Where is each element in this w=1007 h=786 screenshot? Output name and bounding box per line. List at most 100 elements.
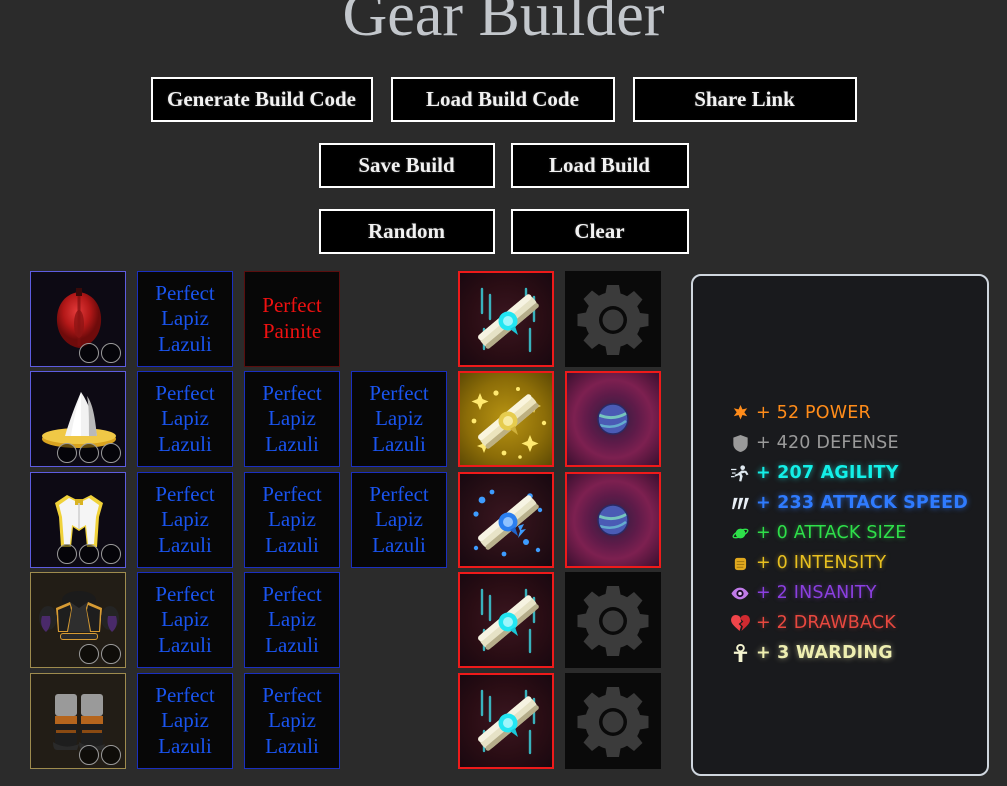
- gem-slot[interactable]: Perfect Lapiz Lazuli: [137, 673, 233, 769]
- modifier-slot[interactable]: [565, 572, 661, 668]
- gem-slot-indicators: [79, 644, 121, 664]
- modifier-slot[interactable]: [565, 271, 661, 367]
- page-title: Gear Builder: [342, 0, 665, 49]
- stat-label-attack-size: + 0 ATTACK SIZE: [756, 523, 907, 543]
- stats-list: + 52 POWER + 420 DEFENSE + 207 AGILITY +…: [729, 398, 989, 668]
- stat-label-intensity: + 0 INTENSITY: [756, 553, 887, 573]
- gem-slot[interactable]: Perfect Lapiz Lazuli: [137, 572, 233, 668]
- gem-slot-dot: [79, 644, 99, 664]
- enchant-slot[interactable]: [458, 572, 554, 668]
- gem-slot-dot: [79, 443, 99, 463]
- cyan-scroll-icon: [478, 689, 539, 755]
- gear-item-slot[interactable]: [30, 472, 126, 568]
- cyan-scroll-icon: [478, 588, 539, 654]
- stat-label-warding: + 3 WARDING: [756, 643, 893, 663]
- gem-slot-dot: [101, 644, 121, 664]
- enchant-slot[interactable]: [458, 673, 554, 769]
- runner-icon: [729, 464, 751, 482]
- enchant-slot[interactable]: [458, 371, 554, 467]
- gear-item-slot[interactable]: [30, 673, 126, 769]
- gem-slot-dot: [79, 343, 99, 363]
- gem-slot[interactable]: Perfect Lapiz Lazuli: [244, 673, 340, 769]
- fist-icon: [729, 556, 751, 571]
- gem-slot[interactable]: Perfect Lapiz Lazuli: [351, 371, 447, 467]
- gem-slot[interactable]: Perfect Lapiz Lazuli: [244, 472, 340, 568]
- gem-slot[interactable]: Perfect Painite: [244, 271, 340, 367]
- stat-label-agility: + 207 AGILITY: [756, 463, 899, 483]
- load-build-button[interactable]: Load Build: [510, 143, 689, 188]
- stat-row-agility: + 207 AGILITY: [729, 458, 989, 488]
- gem-slot[interactable]: Perfect Lapiz Lazuli: [137, 271, 233, 367]
- gem-slot-dot: [101, 343, 121, 363]
- gem-slot[interactable]: Perfect Lapiz Lazuli: [137, 371, 233, 467]
- enchant-slot[interactable]: [458, 472, 554, 568]
- gear-row: Perfect Lapiz Lazuli Perfect Lapiz Lazul…: [30, 572, 661, 672]
- gear-item-slot[interactable]: [30, 371, 126, 467]
- speed-lines-icon: [729, 496, 751, 511]
- stat-row-drawback: + 2 DRAWBACK: [729, 608, 989, 638]
- stat-label-insanity: + 2 INSANITY: [756, 583, 877, 603]
- gear-icon: [577, 586, 649, 656]
- star-icon: [729, 404, 751, 422]
- share-link-button[interactable]: Share Link: [632, 77, 857, 122]
- gem-slot-indicators: [57, 544, 121, 564]
- gem-slot-indicators: [79, 745, 121, 765]
- toolbar-row-3: Random Clear: [0, 209, 1007, 254]
- gem-slot-dot: [101, 745, 121, 765]
- gear-builder-page: Gear Builder Generate Build Code Load Bu…: [0, 0, 1007, 786]
- gem-slot[interactable]: Perfect Lapiz Lazuli: [351, 472, 447, 568]
- blue-scroll-icon: [473, 489, 543, 557]
- modifier-slot[interactable]: [565, 472, 661, 568]
- purple-orb-icon: [597, 403, 629, 435]
- gem-slot-dot: [101, 443, 121, 463]
- load-build-code-button[interactable]: Load Build Code: [390, 77, 615, 122]
- stat-label-power: + 52 POWER: [756, 403, 871, 423]
- stat-label-attack-speed: + 233 ATTACK SPEED: [756, 493, 968, 513]
- gem-slot-indicators: [57, 443, 121, 463]
- stat-row-defense: + 420 DEFENSE: [729, 428, 989, 458]
- gem-slot-dot: [57, 544, 77, 564]
- generate-build-code-button[interactable]: Generate Build Code: [150, 77, 373, 122]
- gem-slot[interactable]: Perfect Lapiz Lazuli: [244, 572, 340, 668]
- gem-slot-empty: [351, 673, 447, 769]
- gem-slot[interactable]: Perfect Lapiz Lazuli: [137, 472, 233, 568]
- gem-slot-dot: [79, 745, 99, 765]
- broken-heart-icon: [729, 614, 751, 632]
- toolbar-row-2: Save Build Load Build: [0, 143, 1007, 188]
- gear-item-slot[interactable]: [30, 572, 126, 668]
- stat-label-defense: + 420 DEFENSE: [756, 433, 899, 453]
- gem-slot-dot: [101, 544, 121, 564]
- stat-row-insanity: + 2 INSANITY: [729, 578, 989, 608]
- gem-slot-dot: [79, 544, 99, 564]
- gem-slot-dot: [57, 443, 77, 463]
- toolbar-row-1: Generate Build Code Load Build Code Shar…: [0, 77, 1007, 122]
- gem-slot-empty: [351, 572, 447, 668]
- random-button[interactable]: Random: [318, 209, 495, 254]
- planet-icon: [729, 526, 751, 541]
- gear-row: Perfect Lapiz Lazuli Perfect Lapiz Lazul…: [30, 673, 661, 773]
- gear-icon: [577, 285, 649, 355]
- eye-icon: [729, 587, 751, 600]
- stat-row-warding: + 3 WARDING: [729, 638, 989, 668]
- modifier-slot[interactable]: [565, 673, 661, 769]
- modifier-slot[interactable]: [565, 371, 661, 467]
- gear-icon: [577, 687, 649, 757]
- stat-row-intensity: + 0 INTENSITY: [729, 548, 989, 578]
- save-build-button[interactable]: Save Build: [318, 143, 495, 188]
- gold-scroll-icon: [471, 387, 547, 459]
- gear-row: Perfect Lapiz Lazuli Perfect Lapiz Lazul…: [30, 472, 661, 572]
- clear-button[interactable]: Clear: [510, 209, 689, 254]
- gem-slot-empty: [351, 271, 447, 367]
- shield-icon: [729, 434, 751, 452]
- gem-slot-indicators: [79, 343, 121, 363]
- stats-panel: + 52 POWER + 420 DEFENSE + 207 AGILITY +…: [691, 274, 989, 776]
- gem-slot[interactable]: Perfect Lapiz Lazuli: [244, 371, 340, 467]
- cyan-scroll-icon: [478, 287, 539, 353]
- stat-row-attack-size: + 0 ATTACK SIZE: [729, 518, 989, 548]
- gear-row: Perfect Lapiz Lazuli Perfect Lapiz Lazul…: [30, 371, 661, 471]
- stat-label-drawback: + 2 DRAWBACK: [756, 613, 896, 633]
- stat-row-power: + 52 POWER: [729, 398, 989, 428]
- ankh-icon: [729, 644, 751, 662]
- gear-item-slot[interactable]: [30, 271, 126, 367]
- enchant-slot[interactable]: [458, 271, 554, 367]
